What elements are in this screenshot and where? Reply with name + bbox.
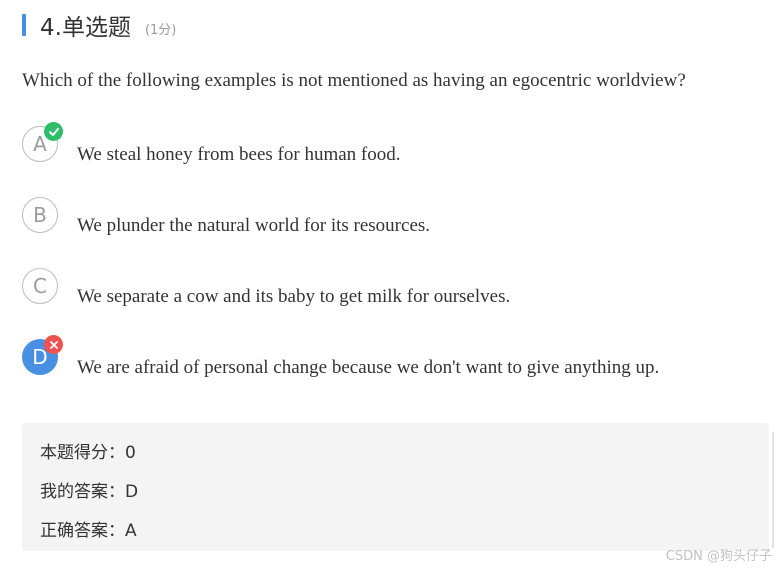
wrong-cross-icon bbox=[44, 335, 63, 354]
result-panel: 本题得分：0 我的答案：D 正确答案：A bbox=[22, 423, 769, 551]
correct-check-icon bbox=[44, 122, 63, 141]
question-header: 4.单选题 (1分) bbox=[22, 10, 177, 41]
option-b-letter[interactable]: B bbox=[22, 197, 58, 233]
option-c-text: We separate a cow and its baby to get mi… bbox=[77, 286, 511, 307]
score-line: 本题得分：0 bbox=[40, 443, 136, 463]
option-a-text: We steal honey from bees for human food. bbox=[77, 144, 401, 165]
watermark: CSDN @狗头仔子 bbox=[665, 549, 772, 564]
question-text: Which of the following examples is not m… bbox=[22, 70, 686, 91]
option-c-letter[interactable]: C bbox=[22, 268, 58, 304]
option-d-text: We are afraid of personal change because… bbox=[77, 357, 660, 378]
correct-answer-line: 正确答案：A bbox=[40, 521, 137, 541]
question-title: 4.单选题 bbox=[40, 15, 131, 41]
scrollbar-track[interactable] bbox=[772, 432, 774, 548]
option-b-text: We plunder the natural world for its res… bbox=[77, 215, 431, 236]
question-score: (1分) bbox=[144, 22, 177, 38]
option-a[interactable]: A We steal honey from bees for human foo… bbox=[22, 122, 762, 166]
option-c[interactable]: C We separate a cow and its baby to get … bbox=[22, 268, 762, 308]
header-accent-bar bbox=[22, 14, 26, 36]
my-answer-line: 我的答案：D bbox=[40, 482, 139, 502]
option-b[interactable]: B We plunder the natural world for its r… bbox=[22, 197, 762, 237]
option-d[interactable]: D We are afraid of personal change becau… bbox=[22, 335, 762, 379]
